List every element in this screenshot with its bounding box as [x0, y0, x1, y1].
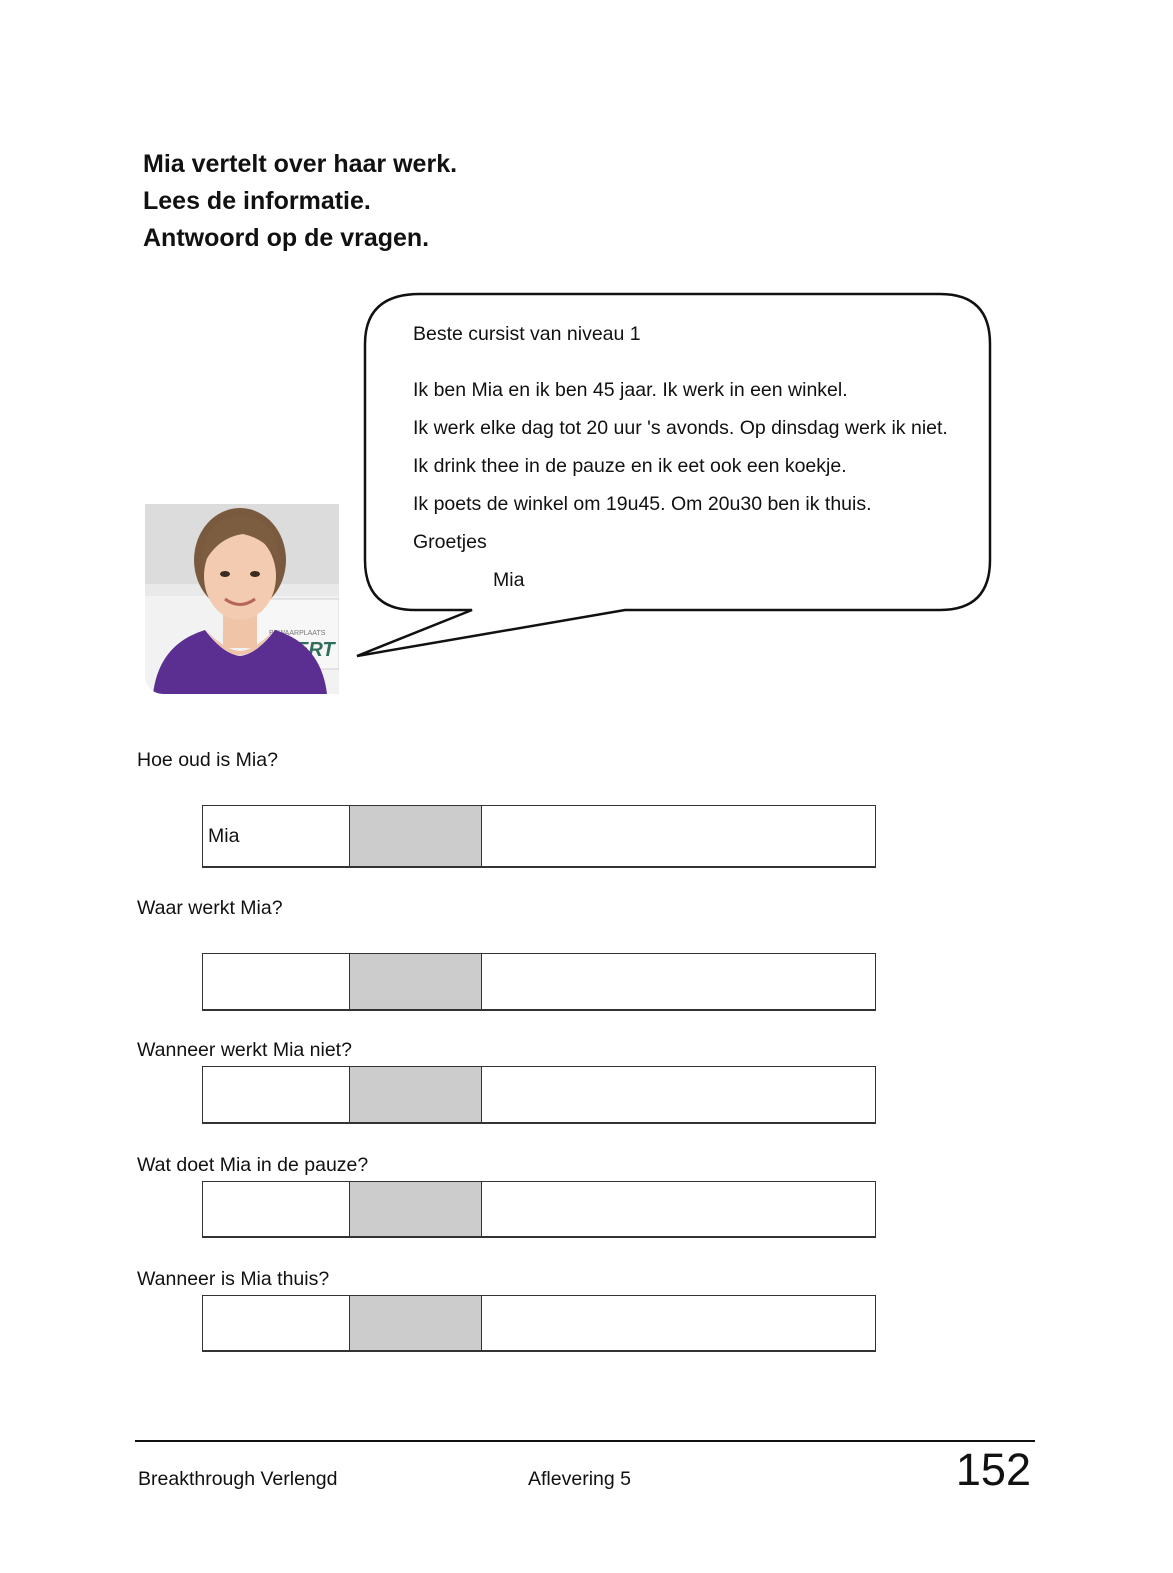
- answer-row-2[interactable]: [202, 953, 876, 1011]
- mia-photo: BEWAARPLAATS ERT: [145, 504, 339, 694]
- bubble-greeting: Beste cursist van niveau 1: [413, 323, 641, 345]
- question-2: Waar werkt Mia?: [137, 897, 283, 919]
- answer-cell-gray[interactable]: [350, 1182, 482, 1236]
- answer-row-4[interactable]: [202, 1181, 876, 1238]
- bubble-line: Ik werk elke dag tot 20 uur 's avonds. O…: [413, 417, 948, 439]
- bubble-line: Groetjes: [413, 531, 487, 553]
- question-4: Wat doet Mia in de pauze?: [137, 1154, 369, 1176]
- answer-cell[interactable]: [203, 954, 350, 1009]
- page-number: 152: [955, 1444, 1031, 1495]
- answer-cell[interactable]: [203, 1067, 350, 1122]
- answer-cell[interactable]: [482, 954, 875, 1009]
- answer-cell-gray[interactable]: [350, 806, 482, 866]
- bubble-line: Ik ben Mia en ik ben 45 jaar. Ik werk in…: [413, 379, 848, 401]
- footer-episode: Aflevering 5: [528, 1468, 631, 1490]
- answer-row-1[interactable]: Mia: [202, 805, 876, 868]
- answer-cell-gray[interactable]: [350, 1296, 482, 1350]
- bubble-line: Ik poets de winkel om 19u45. Om 20u30 be…: [413, 493, 872, 515]
- answer-cell[interactable]: [482, 1296, 875, 1350]
- bubble-line: Ik drink thee in de pauze en ik eet ook …: [413, 455, 847, 477]
- answer-row-5[interactable]: [202, 1295, 876, 1352]
- answer-cell[interactable]: [482, 806, 875, 866]
- footer-divider: [135, 1440, 1035, 1442]
- answer-cell[interactable]: Mia: [203, 806, 350, 866]
- question-3: Wanneer werkt Mia niet?: [137, 1039, 352, 1061]
- speech-bubble-text: Beste cursist van niveau 1 Ik ben Mia en…: [413, 320, 1003, 594]
- answer-cell[interactable]: [482, 1182, 875, 1236]
- answer-row-3[interactable]: [202, 1066, 876, 1124]
- answer-cell-gray[interactable]: [350, 954, 482, 1009]
- question-1: Hoe oud is Mia?: [137, 749, 278, 771]
- bubble-signature: Mia: [493, 569, 525, 591]
- answer-cell[interactable]: [203, 1182, 350, 1236]
- footer-course-title: Breakthrough Verlengd: [138, 1468, 338, 1490]
- answer-cell-gray[interactable]: [350, 1067, 482, 1122]
- answer-cell[interactable]: [482, 1067, 875, 1122]
- answer-cell[interactable]: [203, 1296, 350, 1350]
- question-5: Wanneer is Mia thuis?: [137, 1268, 330, 1290]
